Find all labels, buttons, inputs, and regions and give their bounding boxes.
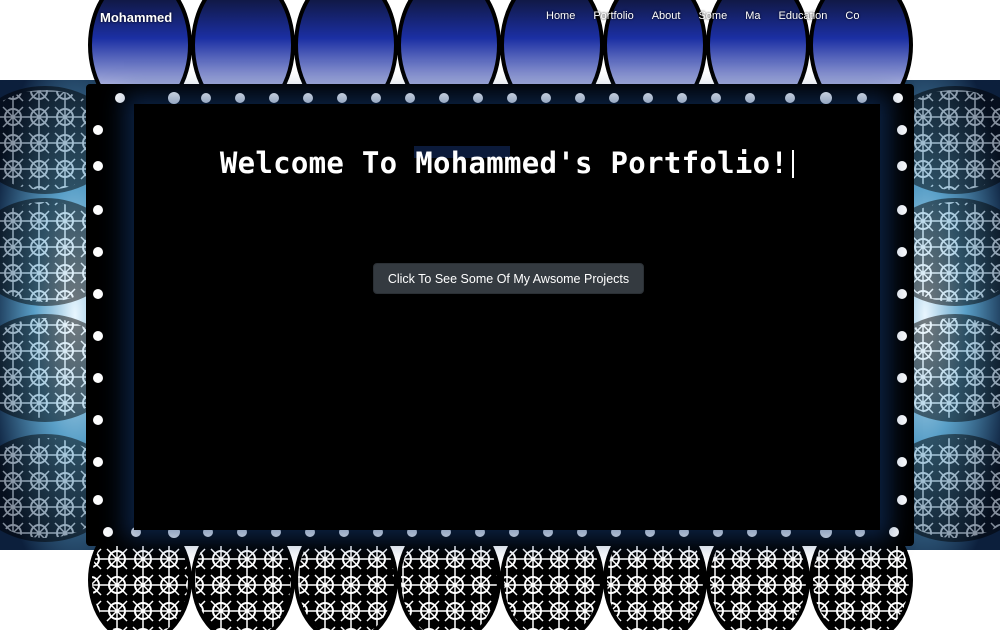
see-projects-button[interactable]: Click To See Some Of My Awsome Projects	[373, 263, 644, 294]
nav-link-about[interactable]: About	[652, 10, 681, 26]
nav-link-portfolio[interactable]: Portfolio	[593, 10, 633, 26]
nav-links: Home Portfolio About Some Ma Education C…	[546, 10, 877, 26]
nav-link-contact[interactable]: Co	[845, 10, 859, 26]
top-navbar: Mohammed Home Portfolio About Some Ma Ed…	[0, 0, 1000, 34]
nav-link-ma[interactable]: Ma	[745, 10, 760, 26]
nav-link-some[interactable]: Some	[698, 10, 727, 26]
nav-link-education[interactable]: Education	[778, 10, 827, 26]
nav-link-home[interactable]: Home	[546, 10, 575, 26]
brand-name[interactable]: Mohammed	[100, 10, 172, 25]
hero-title-text: Welcome To Mohammed's Portfolio!	[219, 146, 789, 180]
hero-title: Welcome To Mohammed's Portfolio!	[134, 146, 880, 180]
hero-panel: Welcome To Mohammed's Portfolio! Click T…	[134, 104, 880, 530]
typing-caret	[792, 150, 795, 178]
